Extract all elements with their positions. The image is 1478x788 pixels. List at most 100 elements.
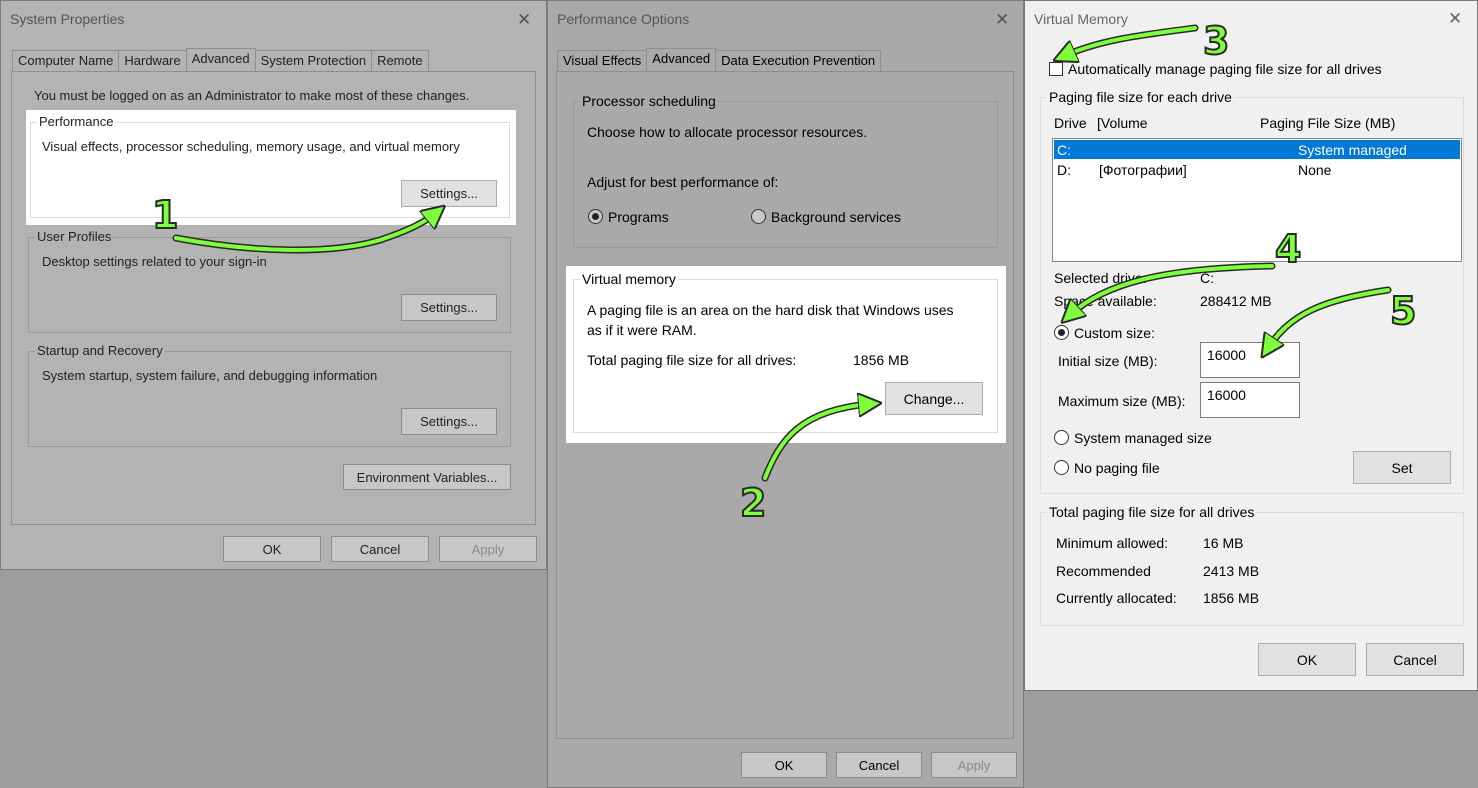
window-title: Performance Options: [557, 11, 690, 27]
minimum-allowed-value: 16 MB: [1203, 535, 1244, 551]
startup-recovery-description: System startup, system failure, and debu…: [42, 368, 378, 383]
environment-variables-button[interactable]: Environment Variables...: [343, 464, 511, 490]
startup-recovery-label: Startup and Recovery: [35, 343, 165, 358]
admin-notice: You must be logged on as an Administrato…: [34, 88, 470, 103]
user-profiles-description: Desktop settings related to your sign-in: [42, 254, 267, 269]
apply-button[interactable]: Apply: [931, 752, 1017, 778]
performance-options-window: Performance Options ✕ Visual Effects Adv…: [547, 0, 1024, 788]
startup-recovery-settings-button[interactable]: Settings...: [401, 408, 497, 435]
cancel-button[interactable]: Cancel: [331, 536, 429, 562]
performance-description: Visual effects, processor scheduling, me…: [42, 139, 460, 154]
step-marker-5: 5: [1389, 289, 1417, 333]
programs-radio[interactable]: [588, 209, 603, 224]
column-drive: Drive: [1054, 115, 1087, 131]
startup-recovery-group: Startup and Recovery System startup, sys…: [28, 343, 511, 447]
initial-size-input[interactable]: 16000: [1200, 342, 1300, 378]
step-marker-2: 2: [739, 481, 767, 525]
space-available-value: 288412 MB: [1200, 293, 1272, 309]
background-services-radio[interactable]: [751, 209, 766, 224]
tab-remote[interactable]: Remote: [371, 50, 429, 71]
background-services-label: Background services: [771, 209, 901, 225]
system-managed-label: System managed size: [1074, 430, 1212, 446]
selected-drive-value: C:: [1200, 270, 1214, 286]
custom-size-label: Custom size:: [1074, 325, 1155, 341]
virtual-memory-description-line2: as if it were RAM.: [587, 322, 697, 338]
user-profiles-label: User Profiles: [35, 229, 114, 244]
cancel-button[interactable]: Cancel: [836, 752, 922, 778]
change-button[interactable]: Change...: [885, 382, 983, 415]
totals-group: Total paging file size for all drives Mi…: [1040, 504, 1464, 626]
total-paging-label: Total paging file size for all drives:: [587, 352, 797, 368]
user-profiles-settings-button[interactable]: Settings...: [401, 294, 497, 321]
ok-button[interactable]: OK: [1258, 643, 1356, 676]
user-profiles-group: User Profiles Desktop settings related t…: [28, 229, 511, 333]
performance-label: Performance: [37, 114, 116, 129]
no-paging-file-label: No paging file: [1074, 460, 1160, 476]
window-title: System Properties: [10, 11, 125, 27]
list-item[interactable]: D: [Фотографии] None: [1054, 160, 1460, 179]
minimum-allowed-label: Minimum allowed:: [1056, 535, 1169, 551]
system-properties-window: System Properties ✕ Computer Name Hardwa…: [0, 0, 547, 570]
performance-group: Performance Visual effects, processor sc…: [30, 114, 510, 218]
selected-drive-label: Selected drive:: [1054, 270, 1147, 286]
auto-manage-label: Automatically manage paging file size fo…: [1068, 61, 1382, 77]
virtual-memory-highlight: Virtual memory A paging file is an area …: [566, 266, 1006, 443]
virtual-memory-label: Virtual memory: [580, 271, 678, 287]
tab-strip: Computer Name Hardware Advanced System P…: [12, 48, 429, 72]
step-marker-3: 3: [1202, 19, 1230, 63]
tab-visual-effects[interactable]: Visual Effects: [557, 50, 648, 71]
recommended-value: 2413 MB: [1203, 563, 1260, 579]
drive-letter: C:: [1057, 142, 1071, 158]
cancel-button[interactable]: Cancel: [1366, 643, 1464, 676]
maximum-size-label: Maximum size (MB):: [1058, 393, 1186, 409]
processor-scheduling-label: Processor scheduling: [580, 93, 718, 109]
currently-allocated-value: 1856 MB: [1203, 590, 1260, 606]
virtual-memory-group: Virtual memory A paging file is an area …: [573, 271, 998, 433]
processor-scheduling-group: Processor scheduling Choose how to alloc…: [573, 93, 998, 248]
system-managed-radio[interactable]: [1054, 430, 1069, 445]
close-icon[interactable]: ✕: [995, 11, 1009, 28]
close-icon[interactable]: ✕: [517, 11, 531, 28]
ok-button[interactable]: OK: [741, 752, 827, 778]
programs-label: Programs: [608, 209, 669, 225]
step-marker-1: 1: [151, 193, 179, 237]
window-title: Virtual Memory: [1034, 11, 1128, 27]
step-marker-4: 4: [1274, 227, 1302, 271]
set-button[interactable]: Set: [1353, 451, 1451, 484]
list-item[interactable]: C: System managed: [1054, 140, 1460, 159]
ok-button[interactable]: OK: [223, 536, 321, 562]
column-volume: [Volume: [1097, 115, 1148, 131]
tab-strip: Visual Effects Advanced Data Execution P…: [557, 48, 882, 72]
tab-advanced[interactable]: Advanced: [646, 48, 717, 72]
tab-hardware[interactable]: Hardware: [118, 50, 187, 71]
totals-label: Total paging file size for all drives: [1047, 504, 1257, 520]
tab-computer-name[interactable]: Computer Name: [12, 50, 120, 71]
performance-settings-button[interactable]: Settings...: [401, 180, 497, 207]
close-icon[interactable]: ✕: [1448, 10, 1462, 27]
drive-size: None: [1298, 162, 1332, 178]
initial-size-label: Initial size (MB):: [1058, 353, 1158, 369]
virtual-memory-description-line1: A paging file is an area on the hard dis…: [587, 302, 954, 318]
tab-advanced[interactable]: Advanced: [185, 48, 256, 72]
processor-scheduling-description: Choose how to allocate processor resourc…: [587, 124, 868, 140]
custom-size-radio[interactable]: [1054, 325, 1069, 340]
apply-button[interactable]: Apply: [439, 536, 537, 562]
currently-allocated-label: Currently allocated:: [1056, 590, 1177, 606]
drive-volume: [Фотографии]: [1099, 162, 1187, 178]
per-drive-label: Paging file size for each drive: [1047, 89, 1234, 105]
drive-size: System managed: [1298, 142, 1407, 158]
adjust-label: Adjust for best performance of:: [587, 174, 779, 190]
recommended-label: Recommended: [1056, 563, 1151, 579]
space-available-label: Space available:: [1054, 293, 1157, 309]
performance-highlight: Performance Visual effects, processor sc…: [26, 110, 516, 225]
maximum-size-input[interactable]: 16000: [1200, 382, 1300, 418]
column-size: Paging File Size (MB): [1260, 115, 1396, 131]
tab-system-protection[interactable]: System Protection: [254, 50, 373, 71]
virtual-memory-window: Virtual Memory ✕ Automatically manage pa…: [1024, 0, 1478, 691]
no-paging-file-radio[interactable]: [1054, 460, 1069, 475]
drive-letter: D:: [1057, 162, 1071, 178]
total-paging-value: 1856 MB: [853, 352, 910, 368]
auto-manage-checkbox[interactable]: [1049, 62, 1063, 76]
drive-list[interactable]: C: System managed D: [Фотографии] None: [1052, 138, 1462, 262]
tab-data-execution-prevention[interactable]: Data Execution Prevention: [715, 50, 882, 71]
